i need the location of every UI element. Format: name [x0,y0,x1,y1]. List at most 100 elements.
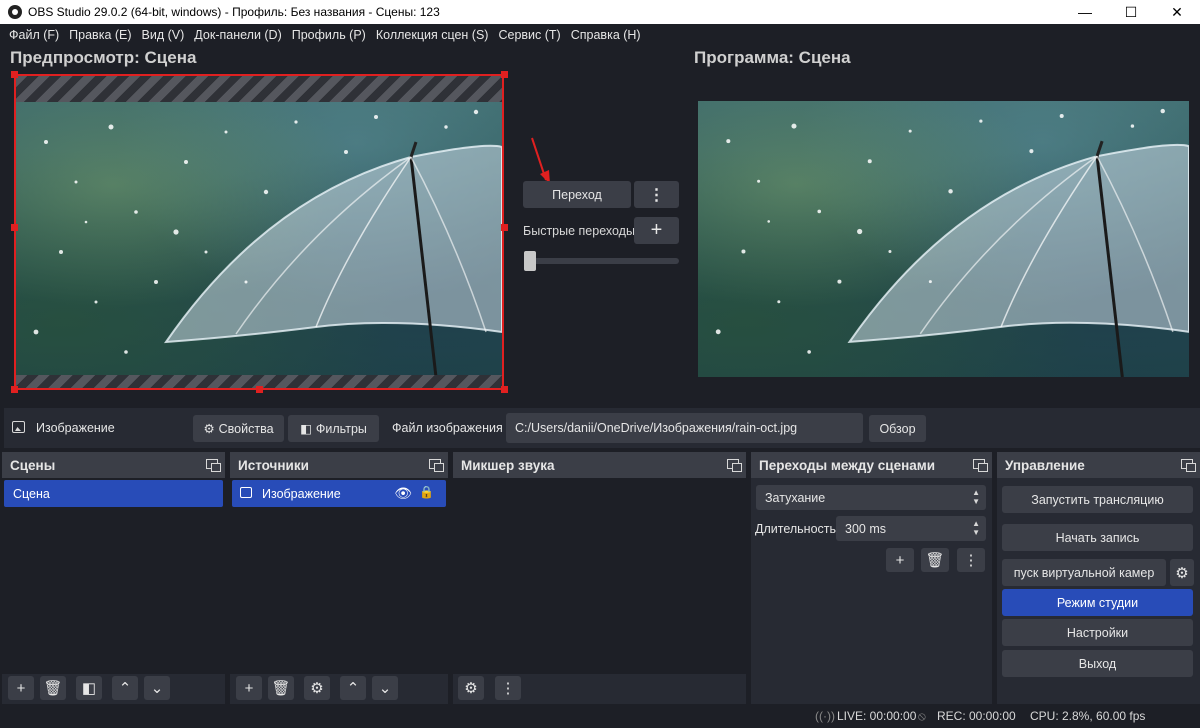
filters-button[interactable]: ◧ Фильтры [288,415,379,442]
browse-button[interactable]: Обзор [869,415,926,442]
advanced-audio-button[interactable]: ⚙ [458,676,484,700]
gear-icon: ⚙ [310,680,324,697]
preview-letterbox-top [16,76,502,102]
sources-dock-title: Источники [238,458,309,473]
move-source-up-button[interactable]: ⌃ [340,676,366,700]
menu-bar: Файл (F) Правка (E) Вид (V) Док-панели (… [0,24,1200,46]
scene-transitions-dock-title: Переходы между сценами [759,458,936,473]
resize-handle-top-left[interactable] [11,71,18,78]
tbar-handle[interactable] [524,251,536,271]
scene-transitions-dock: Переходы между сценами Затухание ▲ ▼ Длит… [751,452,992,704]
audio-mixer-dock-header: Микшер звука [453,452,746,478]
transition-button[interactable]: Переход [523,181,631,208]
virtual-camera-settings-button[interactable]: ⚙ [1170,559,1194,586]
image-file-path-field[interactable]: C:/Users/danii/OneDrive/Изображения/rain… [506,413,863,443]
audio-mixer-dock: Микшер звука ⚙ ⋮ [453,452,746,704]
image-source-icon [240,487,252,498]
start-virtual-camera-button[interactable]: пуск виртуальной камер [1002,559,1166,586]
transition-properties-button[interactable]: ⋮ [957,548,985,572]
minimize-button[interactable]: — [1062,0,1108,24]
scene-item[interactable]: Сцена [4,480,223,507]
resize-handle-bottom-right[interactable] [501,386,508,393]
mixer-menu-button[interactable]: ⋮ [495,676,521,700]
audio-mixer-dock-footer: ⚙ ⋮ [453,674,746,704]
move-scene-down-button[interactable]: ⌄ [144,676,170,700]
scene-filters-button[interactable]: ◧ [76,676,102,700]
undock-icon[interactable] [727,459,742,472]
program-image [698,101,1189,377]
trash-icon: 🗑 [925,552,945,569]
menu-help[interactable]: Справка (H) [566,28,646,42]
undock-icon[interactable] [973,459,988,472]
quick-transitions-label: Быстрые переходы [523,224,635,238]
add-transition-button[interactable]: + [886,548,914,572]
move-scene-up-button[interactable]: ⌃ [112,676,138,700]
menu-edit[interactable]: Правка (E) [64,28,136,42]
resize-handle-right[interactable] [501,224,508,231]
chevron-down-icon: ⌄ [378,680,392,697]
start-recording-button[interactable]: Начать запись [1002,524,1193,551]
source-item[interactable]: Изображение 👁 🔒 [232,480,446,507]
chevron-up-icon: ⌃ [346,680,360,697]
controls-dock: Управление Запустить трансляцию Начать з… [997,452,1200,704]
lock-icon[interactable]: 🔒 [419,485,434,499]
settings-button[interactable]: Настройки [1002,619,1193,646]
scenes-list: Сцена [2,478,225,674]
source-item-label: Изображение [262,487,341,501]
trash-icon: 🗑 [43,680,63,697]
menu-profile[interactable]: Профиль (P) [287,28,371,42]
remove-transition-button[interactable]: 🗑 [921,548,949,572]
properties-button[interactable]: ⚙ Свойства [193,415,284,442]
status-bar: ((·)) LIVE: 00:00:00 ⦸ REC: 00:00:00 CPU… [0,704,1200,728]
filters-icon: ◧ [300,422,312,436]
menu-docks[interactable]: Док-панели (D) [189,28,286,42]
umbrella-image [715,108,1189,377]
menu-view[interactable]: Вид (V) [137,28,190,42]
start-streaming-button[interactable]: Запустить трансляцию [1002,486,1193,513]
live-signal-icon: ((·)) [815,709,835,723]
undock-icon[interactable] [206,459,221,472]
audio-mixer-area [453,478,746,674]
add-quick-transition-button[interactable]: + [634,217,679,244]
preview-title: Предпросмотр: Сцена [10,48,197,67]
studio-mode-button[interactable]: Режим студии [1002,589,1193,616]
undock-icon[interactable] [1181,459,1196,472]
add-scene-button[interactable]: + [8,676,34,700]
audio-mixer-dock-title: Микшер звука [461,458,555,473]
resize-handle-bottom[interactable] [256,386,263,393]
image-file-label: Файл изображения [392,421,503,435]
controls-dock-header: Управление [997,452,1200,478]
spin-arrows-icon[interactable]: ▲ ▼ [972,519,980,537]
sources-dock: Источники Изображение 👁 🔒 + 🗑 ⚙ ⌃ ⌄ [230,452,448,704]
add-source-button[interactable]: + [236,676,262,700]
undock-icon[interactable] [429,459,444,472]
resize-handle-bottom-left[interactable] [11,386,18,393]
duration-value: 300 ms [845,522,886,536]
menu-tools[interactable]: Сервис (T) [493,28,565,42]
tbar-slider[interactable] [528,258,679,264]
menu-scene-collection[interactable]: Коллекция сцен (S) [371,28,494,42]
kebab-menu-icon: ⋮ [963,552,979,569]
controls-body: Запустить трансляцию Начать запись пуск … [997,478,1200,704]
source-toolbar: Изображение ⚙ Свойства ◧ Фильтры Файл из… [4,408,1200,448]
resize-handle-left[interactable] [11,224,18,231]
program-title: Программа: Сцена [694,48,851,67]
move-source-down-button[interactable]: ⌄ [372,676,398,700]
menu-file[interactable]: Файл (F) [4,28,64,42]
eye-icon[interactable]: 👁 [394,485,412,502]
maximize-button[interactable]: ☐ [1108,0,1154,24]
selected-source-name: Изображение [36,421,115,435]
close-button[interactable]: ✕ [1154,0,1200,24]
duration-spinbox[interactable]: 300 ms ▲ ▼ [836,516,986,541]
exit-button[interactable]: Выход [1002,650,1193,677]
cpu-fps: CPU: 2.8%, 60.00 fps [1030,709,1146,723]
resize-handle-top-right[interactable] [501,71,508,78]
preview-canvas[interactable] [14,74,504,390]
transition-menu-button[interactable]: ⋮ [634,181,679,208]
preview-image [16,102,502,377]
rec-timer: REC: 00:00:00 [937,709,1016,723]
remove-source-button[interactable]: 🗑 [268,676,294,700]
source-properties-button[interactable]: ⚙ [304,676,330,700]
transition-type-select[interactable]: Затухание ▲ ▼ [756,485,986,510]
remove-scene-button[interactable]: 🗑 [40,676,66,700]
